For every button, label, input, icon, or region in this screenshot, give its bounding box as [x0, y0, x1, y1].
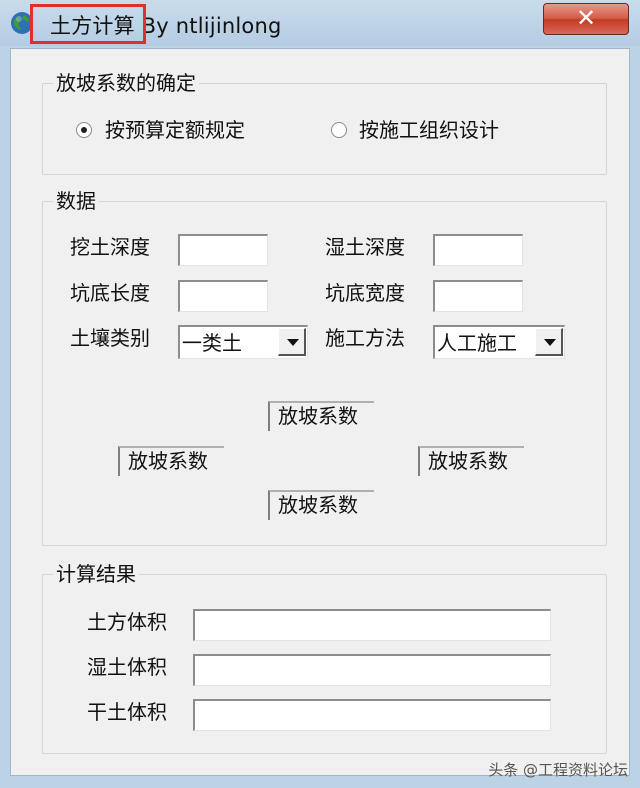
data-group-label: 数据 [53, 189, 99, 213]
slope-group: 放坡系数的确定 按预算定额规定 按施工组织设计 [42, 71, 607, 175]
slope-group-label: 放坡系数的确定 [53, 71, 199, 95]
chevron-down-icon[interactable] [535, 328, 563, 356]
radio-budget-quota-label[interactable]: 按预算定额规定 [105, 118, 245, 142]
result-group-label: 计算结果 [53, 562, 139, 586]
radio-construction-design-label[interactable]: 按施工组织设计 [359, 118, 499, 142]
dry-volume-field[interactable] [193, 699, 551, 731]
pit-width-field[interactable] [433, 280, 523, 312]
soil-type-value: 一类土 [182, 331, 242, 355]
earth-volume-label: 土方体积 [87, 610, 167, 634]
close-button[interactable]: ✕ [543, 3, 629, 35]
close-icon: ✕ [575, 4, 597, 32]
result-group: 计算结果 土方体积 湿土体积 干土体积 [42, 562, 607, 754]
slope-coefficient-top[interactable]: 放坡系数 [268, 401, 374, 431]
pit-width-label: 坑底宽度 [325, 281, 405, 305]
excavation-depth-field[interactable] [178, 234, 268, 266]
title-highlight-box [30, 4, 146, 44]
construction-method-value: 人工施工 [437, 331, 517, 355]
soil-type-select[interactable]: 一类土 [178, 325, 308, 359]
wet-volume-label: 湿土体积 [87, 655, 167, 679]
slope-coefficient-left[interactable]: 放坡系数 [118, 446, 224, 476]
excavation-depth-label: 挖土深度 [70, 235, 150, 259]
construction-method-select[interactable]: 人工施工 [433, 325, 565, 359]
watermark: 头条 @工程资料论坛 [488, 761, 628, 779]
title-bar: 土方计算 By ntlijinlong ✕ [0, 0, 640, 46]
earth-volume-field[interactable] [193, 609, 551, 641]
dialog-client-area: 放坡系数的确定 按预算定额规定 按施工组织设计 数据 挖土深度 湿土深度 坑底长… [10, 48, 630, 776]
soil-type-label: 土壤类别 [70, 326, 150, 350]
pit-length-field[interactable] [178, 280, 268, 312]
slope-coefficient-bottom[interactable]: 放坡系数 [268, 490, 374, 520]
chevron-down-icon[interactable] [278, 328, 306, 356]
pit-length-label: 坑底长度 [70, 281, 150, 305]
wet-soil-depth-field[interactable] [433, 234, 523, 266]
slope-coefficient-right[interactable]: 放坡系数 [418, 446, 524, 476]
data-group: 数据 挖土深度 湿土深度 坑底长度 坑底宽度 土壤类别 一类土 施工方法 人工施… [42, 189, 607, 546]
wet-volume-field[interactable] [193, 654, 551, 686]
app-window: 土方计算 By ntlijinlong ✕ 放坡系数的确定 按预算定额规定 按施… [0, 0, 640, 788]
wet-soil-depth-label: 湿土深度 [325, 235, 405, 259]
construction-method-label: 施工方法 [325, 326, 405, 350]
radio-budget-quota[interactable] [76, 122, 92, 138]
radio-construction-design[interactable] [331, 122, 347, 138]
dry-volume-label: 干土体积 [87, 700, 167, 724]
